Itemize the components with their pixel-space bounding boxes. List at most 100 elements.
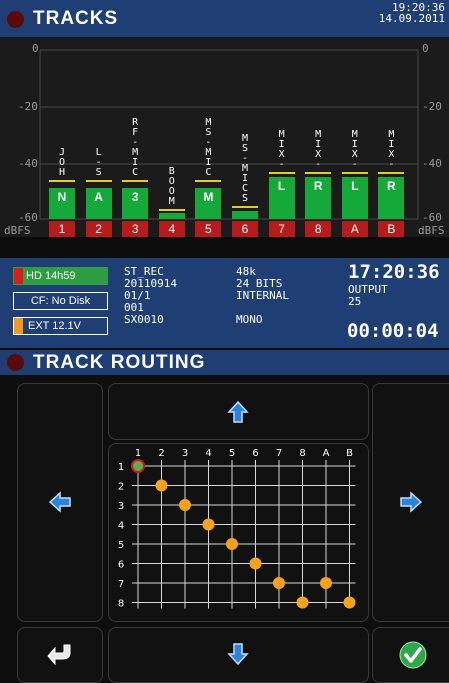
meter-channel-name-A: L bbox=[351, 178, 359, 193]
meter-peak-2 bbox=[85, 180, 112, 183]
routing-point[interactable] bbox=[202, 518, 215, 531]
meter-peak-A bbox=[341, 171, 368, 174]
arrow-down-icon bbox=[227, 643, 249, 666]
meter-track-label-1: JOH bbox=[58, 147, 66, 179]
back-button[interactable] bbox=[17, 627, 103, 683]
routing-point[interactable] bbox=[320, 577, 332, 589]
meter-track-label-A: MIX- bbox=[351, 128, 358, 170]
routing-grid[interactable]: 1 2 3 4 5 6 7 8 A B 1 2 3 4 5 6 7 8 bbox=[109, 444, 368, 621]
scale-unit-right: dBFS bbox=[418, 224, 445, 237]
grid-row-label: 7 bbox=[118, 579, 124, 590]
routing-point[interactable] bbox=[249, 557, 262, 570]
status-col1: ST_REC 20110914 01/1 001 SX0010 bbox=[124, 266, 177, 326]
ext-status: EXT 12.1V bbox=[13, 317, 108, 335]
meter-peak-4 bbox=[158, 208, 185, 211]
track-number-4[interactable]: 4 bbox=[158, 221, 185, 237]
tracks-header: TRACKS 19:20:36 14.09.2011 bbox=[0, 0, 449, 37]
grid-row-label: 3 bbox=[118, 501, 124, 512]
grid-row-label: 2 bbox=[118, 482, 124, 493]
scale-label-20-right: -20 bbox=[422, 100, 442, 113]
meter-channel-name-3: 3 bbox=[131, 190, 139, 205]
meter-peak-3 bbox=[122, 180, 149, 183]
track-number-6[interactable]: 6 bbox=[232, 221, 258, 237]
hd-status: HD 14h59 bbox=[13, 267, 108, 285]
meter-track-label-8: MIX- bbox=[315, 128, 322, 170]
meter-channel-name-B: R bbox=[387, 178, 396, 193]
track-number-2[interactable]: 2 bbox=[85, 221, 112, 237]
hd-status-indicator bbox=[14, 268, 23, 284]
routing-point[interactable] bbox=[131, 459, 145, 473]
page-title: TRACKS bbox=[33, 8, 119, 29]
up-button[interactable] bbox=[108, 383, 369, 440]
meter-track-label-3: RF-MIC bbox=[132, 117, 139, 179]
grid-col-label: 3 bbox=[182, 448, 188, 459]
ext-status-text: EXT 12.1V bbox=[28, 320, 81, 332]
meter-peak-1 bbox=[49, 180, 75, 183]
routing-title: TRACK ROUTING bbox=[33, 352, 206, 373]
scale-label-40-right: -40 bbox=[422, 157, 442, 170]
meter-track-label-5: MS-MIC bbox=[205, 117, 212, 179]
routing-point[interactable] bbox=[155, 479, 168, 492]
track-number-5[interactable]: 5 bbox=[195, 221, 222, 237]
scale-label-0-right: 0 bbox=[422, 42, 429, 55]
down-button[interactable] bbox=[108, 627, 369, 683]
grid-col-label: 8 bbox=[299, 448, 305, 459]
routing-header: TRACK ROUTING bbox=[0, 350, 449, 375]
grid-row-label: 5 bbox=[118, 540, 124, 551]
grid-col-label: 6 bbox=[252, 448, 258, 459]
routing-point[interactable] bbox=[226, 538, 238, 550]
scale-label-40-left: -40 bbox=[18, 157, 38, 170]
right-button[interactable] bbox=[372, 383, 449, 622]
grid-row-label: 8 bbox=[118, 599, 124, 610]
meter-bar-6 bbox=[232, 210, 258, 219]
routing-panel: 1 2 3 4 5 6 7 8 A B 1 2 3 4 5 6 7 8 bbox=[0, 375, 449, 683]
meter-peak-7 bbox=[268, 171, 295, 174]
arrow-left-icon bbox=[48, 491, 71, 513]
meter-peak-B bbox=[378, 171, 405, 174]
meter-panel: 0 -20 -40 -60 dBFS 0 -20 -40 -60 dBFS NJ… bbox=[0, 37, 449, 237]
scale-label-20-left: -20 bbox=[18, 100, 38, 113]
routing-indicator-icon bbox=[7, 354, 24, 371]
track-number-7[interactable]: 7 bbox=[268, 221, 295, 237]
track-number-1[interactable]: 1 bbox=[49, 221, 75, 237]
arrow-right-icon bbox=[400, 491, 423, 513]
meter-track-label-6: MS-MICS bbox=[241, 132, 249, 204]
grid-col-label: B bbox=[346, 448, 353, 459]
left-button[interactable] bbox=[17, 383, 103, 622]
confirm-button[interactable] bbox=[372, 627, 449, 683]
record-counter: 00:00:04 bbox=[347, 320, 439, 342]
track-number-B[interactable]: B bbox=[378, 221, 405, 237]
meter-channel-name-2: A bbox=[94, 190, 103, 205]
grid-col-label: A bbox=[323, 448, 330, 459]
meter-channel-name-7: L bbox=[277, 178, 286, 193]
meter-peak-6 bbox=[232, 205, 258, 208]
checkmark-icon bbox=[399, 641, 427, 669]
meter-channel-name-1: N bbox=[57, 190, 67, 205]
routing-point[interactable] bbox=[343, 596, 356, 609]
meter-track-label-4: BOOM bbox=[168, 165, 175, 207]
meter-channel-name-5: M bbox=[203, 190, 214, 205]
routing-point[interactable] bbox=[273, 577, 285, 589]
clock-source: INTERNAL bbox=[236, 289, 289, 302]
track-number-3[interactable]: 3 bbox=[122, 221, 149, 237]
scale-label-60-right: -60 bbox=[422, 211, 442, 224]
cf-status-text: CF: No Disk bbox=[30, 295, 91, 307]
clock-datetime: 19:20:36 14.09.2011 bbox=[379, 2, 445, 24]
clock-date: 14.09.2011 bbox=[378, 12, 445, 25]
track-number-8[interactable]: 8 bbox=[305, 221, 332, 237]
meter-track-label-2: L-S bbox=[95, 147, 102, 179]
output-value: 25 bbox=[348, 295, 362, 308]
timecode-display: 17:20:36 bbox=[348, 261, 440, 283]
routing-point[interactable] bbox=[179, 499, 191, 511]
cf-status: CF: No Disk bbox=[13, 292, 108, 310]
routing-point[interactable] bbox=[296, 596, 309, 609]
grid-col-label: 4 bbox=[205, 448, 211, 459]
track-number-A[interactable]: A bbox=[341, 221, 368, 237]
meter-channel-name-8: R bbox=[313, 178, 323, 193]
grid-col-label: 7 bbox=[276, 448, 282, 459]
routing-matrix[interactable]: 1 2 3 4 5 6 7 8 A B 1 2 3 4 5 6 7 8 bbox=[108, 443, 369, 622]
grid-col-label: 1 bbox=[135, 448, 141, 459]
scene-id: SX0010 bbox=[124, 313, 164, 326]
grid-row-label: 4 bbox=[118, 521, 124, 532]
scale-label-60-left: -60 bbox=[18, 211, 38, 224]
